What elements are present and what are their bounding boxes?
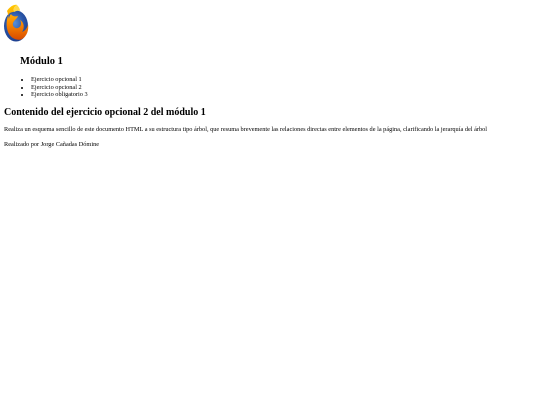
module-title: Módulo 1 bbox=[20, 56, 63, 67]
list-item: Ejercicio opcional 2 bbox=[31, 84, 88, 92]
module-nav: Módulo 1 Ejercicio opcional 1 Ejercicio … bbox=[20, 55, 88, 99]
exercise-link-opcional-1[interactable]: Ejercicio opcional 1 bbox=[31, 76, 82, 83]
exercise-link-opcional-2[interactable]: Ejercicio opcional 2 bbox=[31, 84, 82, 91]
exercise-link-obligatorio-3[interactable]: Ejercicio obligatorio 3 bbox=[31, 91, 88, 98]
list-item: Ejercicio obligatorio 3 bbox=[31, 91, 88, 99]
exercise-list: Ejercicio opcional 1 Ejercicio opcional … bbox=[20, 76, 88, 99]
list-item: Ejercicio opcional 1 bbox=[31, 76, 88, 84]
author-credit: Realizado por Jorge Cañadas Dómine bbox=[4, 141, 100, 148]
content-title: Contenido del ejercicio opcional 2 del m… bbox=[4, 107, 206, 118]
firefox-logo-icon bbox=[4, 4, 29, 42]
content-paragraph: Realiza un esquema sencillo de este docu… bbox=[4, 126, 488, 133]
